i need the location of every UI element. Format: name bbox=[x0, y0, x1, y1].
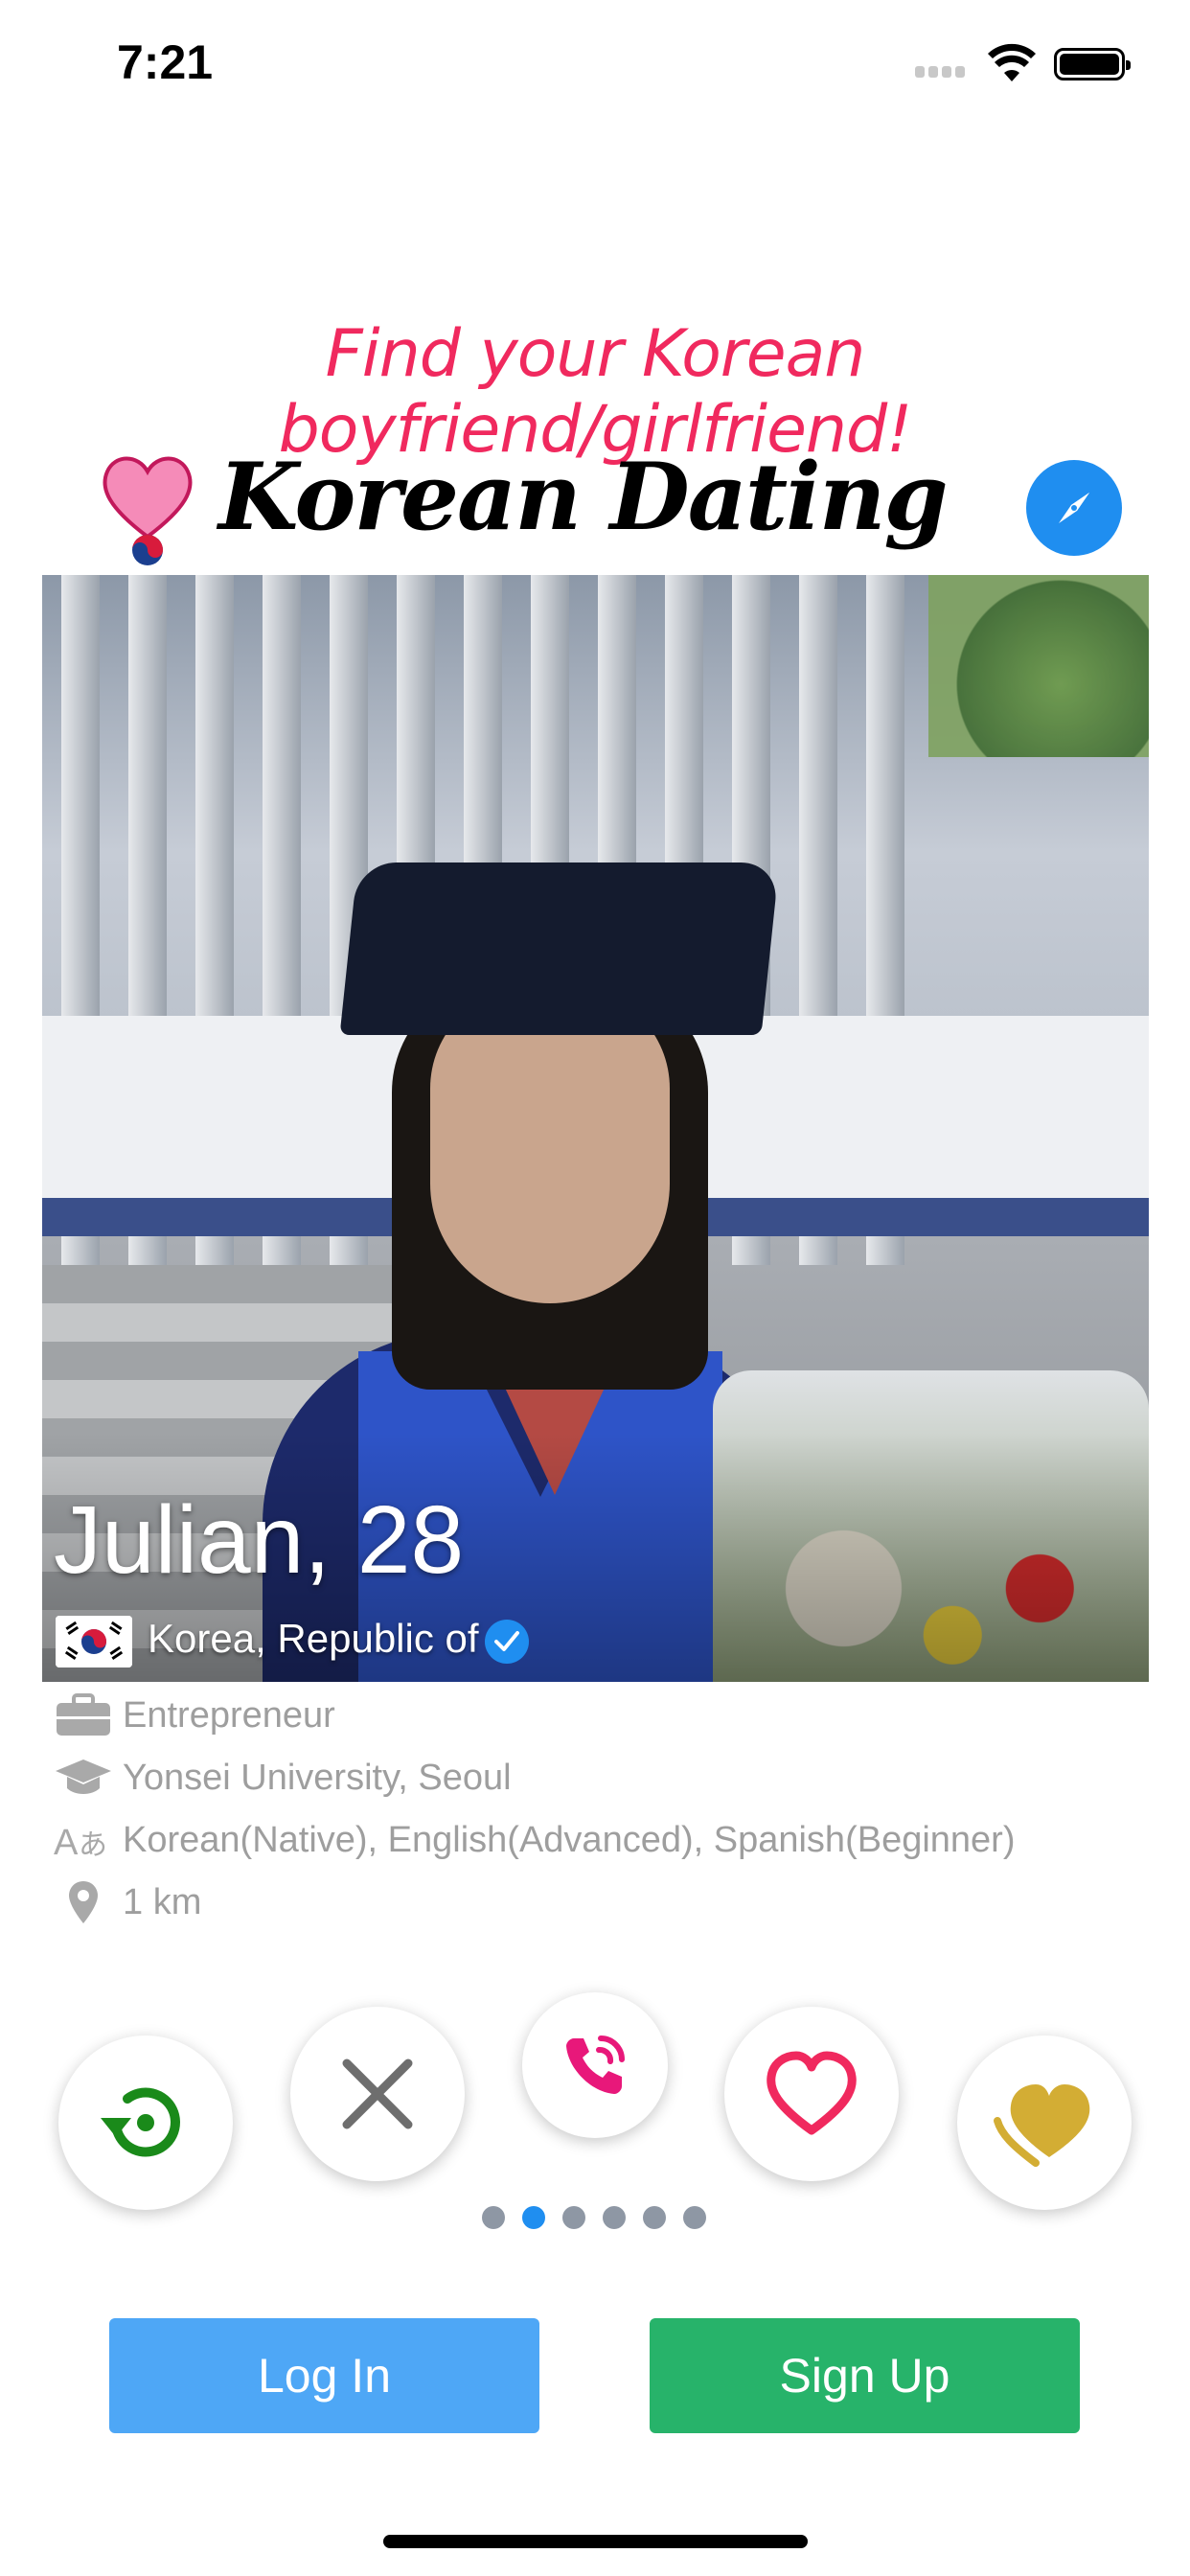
translate-icon: Aあ bbox=[54, 1816, 113, 1864]
compass-button[interactable] bbox=[1026, 460, 1122, 556]
distance-row: 1 km bbox=[54, 1875, 201, 1929]
status-time: 7:21 bbox=[117, 35, 214, 89]
page-dot[interactable] bbox=[683, 2206, 706, 2229]
distance-text: 1 km bbox=[123, 1881, 202, 1922]
close-icon bbox=[342, 2058, 413, 2129]
page-dot-active[interactable] bbox=[522, 2206, 545, 2229]
korea-flag-icon bbox=[56, 1616, 132, 1668]
languages-row: Aあ Korean(Native), English(Advanced), Sp… bbox=[54, 1813, 1015, 1867]
call-button[interactable] bbox=[522, 1992, 668, 2138]
cellular-signal-icon bbox=[915, 65, 973, 79]
profile-country: Korea, Republic of bbox=[148, 1616, 479, 1661]
occupation-row: Entrepreneur bbox=[54, 1689, 335, 1742]
signup-button[interactable]: Sign Up bbox=[650, 2318, 1080, 2433]
occupation-text: Entrepreneur bbox=[123, 1694, 335, 1736]
super-like-button[interactable] bbox=[957, 2036, 1132, 2210]
verified-badge-icon bbox=[485, 1620, 529, 1664]
super-like-heart-icon bbox=[994, 2084, 1090, 2167]
page-dot[interactable] bbox=[603, 2206, 626, 2229]
rewind-icon bbox=[101, 2087, 180, 2157]
page-dot[interactable] bbox=[482, 2206, 505, 2229]
heart-icon bbox=[767, 2051, 857, 2135]
svg-text:A: A bbox=[54, 1823, 79, 1863]
languages-text: Korean(Native), English(Advanced), Spani… bbox=[123, 1819, 1016, 1860]
graduation-cap-icon bbox=[54, 1754, 113, 1802]
profile-name-age: Julian, 28 bbox=[54, 1486, 465, 1594]
home-indicator[interactable] bbox=[383, 2535, 808, 2548]
education-row: Yonsei University, Seoul bbox=[54, 1751, 512, 1805]
battery-icon bbox=[1054, 48, 1131, 80]
page-dot[interactable] bbox=[643, 2206, 666, 2229]
rewind-button[interactable] bbox=[58, 2036, 233, 2210]
page-dot[interactable] bbox=[562, 2206, 585, 2229]
svg-text:あ: あ bbox=[79, 1828, 107, 1862]
app-brand-title: Korean Dating bbox=[218, 443, 949, 551]
heart-pin-icon bbox=[100, 450, 195, 567]
login-button[interactable]: Log In bbox=[109, 2318, 539, 2433]
like-button[interactable] bbox=[724, 2007, 899, 2181]
dislike-button[interactable] bbox=[290, 2007, 465, 2181]
wifi-icon bbox=[987, 43, 1037, 83]
location-pin-icon bbox=[54, 1878, 113, 1926]
compass-icon bbox=[1059, 493, 1089, 523]
phone-call-icon bbox=[566, 2036, 625, 2094]
education-text: Yonsei University, Seoul bbox=[123, 1757, 512, 1798]
briefcase-icon bbox=[54, 1691, 113, 1739]
